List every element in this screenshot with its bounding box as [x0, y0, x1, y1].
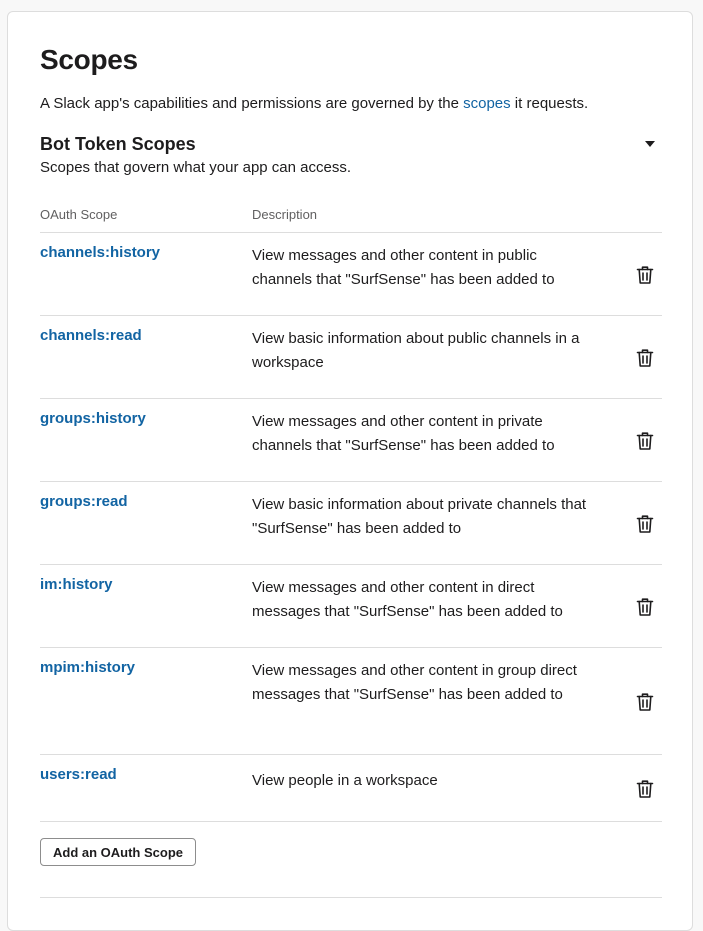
scope-name[interactable]: channels:read [40, 327, 142, 344]
bot-token-scopes-title: Bot Token Scopes [40, 134, 196, 154]
table-row: groups:read View basic information about … [40, 482, 662, 565]
scope-name[interactable]: groups:read [40, 493, 128, 510]
trash-icon[interactable] [636, 692, 654, 712]
trash-icon[interactable] [636, 265, 654, 285]
table-row: channels:history View messages and other … [40, 233, 662, 316]
intro-suffix: it requests. [510, 95, 589, 112]
column-header-oauth-scope: OAuth Scope [40, 207, 118, 222]
trash-icon[interactable] [636, 597, 654, 617]
scopes-link[interactable]: scopes [463, 95, 511, 112]
intro-prefix: A Slack app's capabilities and permissio… [40, 95, 464, 112]
trash-icon[interactable] [636, 779, 654, 799]
scope-description: View messages and other content in group… [252, 662, 577, 703]
bot-token-scopes-subtitle: Scopes that govern what your app can acc… [40, 159, 352, 176]
scope-name[interactable]: mpim:history [40, 659, 135, 676]
add-oauth-scope-button[interactable]: Add an OAuth Scope [40, 838, 196, 866]
scope-description: View messages and other content in publi… [252, 247, 555, 288]
trash-icon[interactable] [636, 348, 654, 368]
table-row: mpim:history View messages and other cont… [40, 648, 662, 755]
table-row: groups:history View messages and other co… [40, 399, 662, 482]
table-row: users:read View people in a workspace [40, 755, 662, 822]
trash-icon[interactable] [636, 431, 654, 451]
scopes-card: Scopes A Slack app's capabilities and pe… [7, 11, 693, 931]
scope-description: View basic information about private cha… [252, 496, 587, 537]
caret-down-icon[interactable] [638, 134, 662, 154]
page-title: Scopes [40, 44, 138, 75]
scope-description: View basic information about public chan… [252, 330, 580, 371]
scopes-table: channels:history View messages and other … [40, 232, 662, 822]
scope-description: View people in a workspace [252, 772, 438, 789]
table-row: im:history View messages and other conten… [40, 565, 662, 648]
scope-name[interactable]: groups:history [40, 410, 146, 427]
scope-name[interactable]: users:read [40, 766, 117, 783]
scope-description: View messages and other content in priva… [252, 413, 555, 454]
column-header-description: Description [252, 207, 318, 222]
scope-name[interactable]: im:history [40, 576, 113, 593]
table-row: channels:read View basic information abou… [40, 316, 662, 399]
scope-description: View messages and other content in direc… [252, 579, 563, 620]
intro-text: A Slack app's capabilities and permissio… [40, 95, 588, 112]
trash-icon[interactable] [636, 514, 654, 534]
divider [40, 897, 662, 898]
scope-name[interactable]: channels:history [40, 244, 160, 261]
